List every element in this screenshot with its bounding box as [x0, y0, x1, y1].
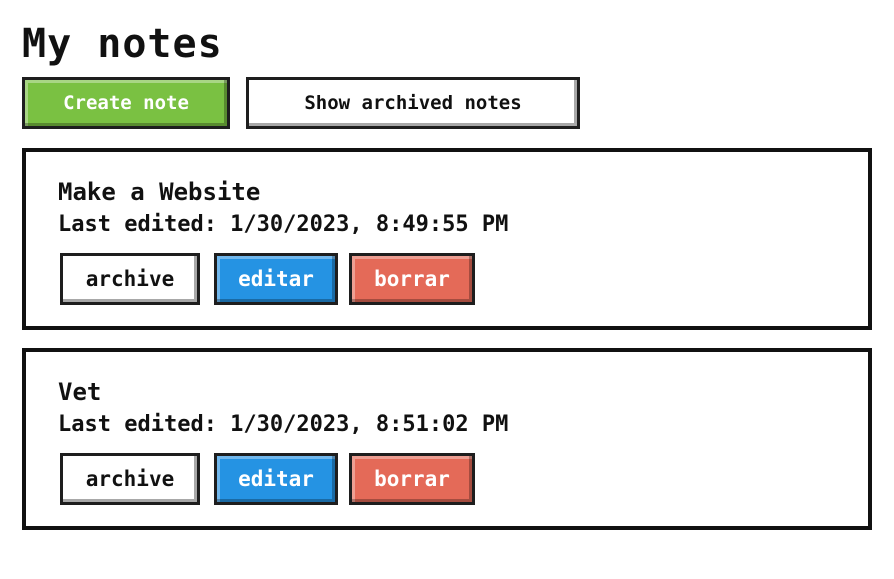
show-archived-notes-button[interactable]: Show archived notes	[246, 77, 580, 129]
note-title: Vet	[58, 378, 102, 406]
note-card: Vet Last edited: 1/30/2023, 8:51:02 PM a…	[22, 348, 872, 530]
delete-button[interactable]: borrar	[349, 453, 475, 505]
edit-button[interactable]: editar	[214, 453, 338, 505]
note-card: Make a Website Last edited: 1/30/2023, 8…	[22, 148, 872, 330]
delete-button[interactable]: borrar	[349, 253, 475, 305]
note-last-edited: Last edited: 1/30/2023, 8:49:55 PM	[58, 212, 509, 237]
note-title: Make a Website	[58, 178, 261, 206]
note-last-edited: Last edited: 1/30/2023, 8:51:02 PM	[58, 412, 509, 437]
create-note-button[interactable]: Create note	[22, 77, 230, 129]
note-actions: archive editar borrar	[60, 253, 480, 305]
edit-button[interactable]: editar	[214, 253, 338, 305]
archive-button[interactable]: archive	[60, 253, 200, 305]
archive-button[interactable]: archive	[60, 453, 200, 505]
page-title: My notes	[22, 21, 223, 67]
note-actions: archive editar borrar	[60, 453, 480, 505]
